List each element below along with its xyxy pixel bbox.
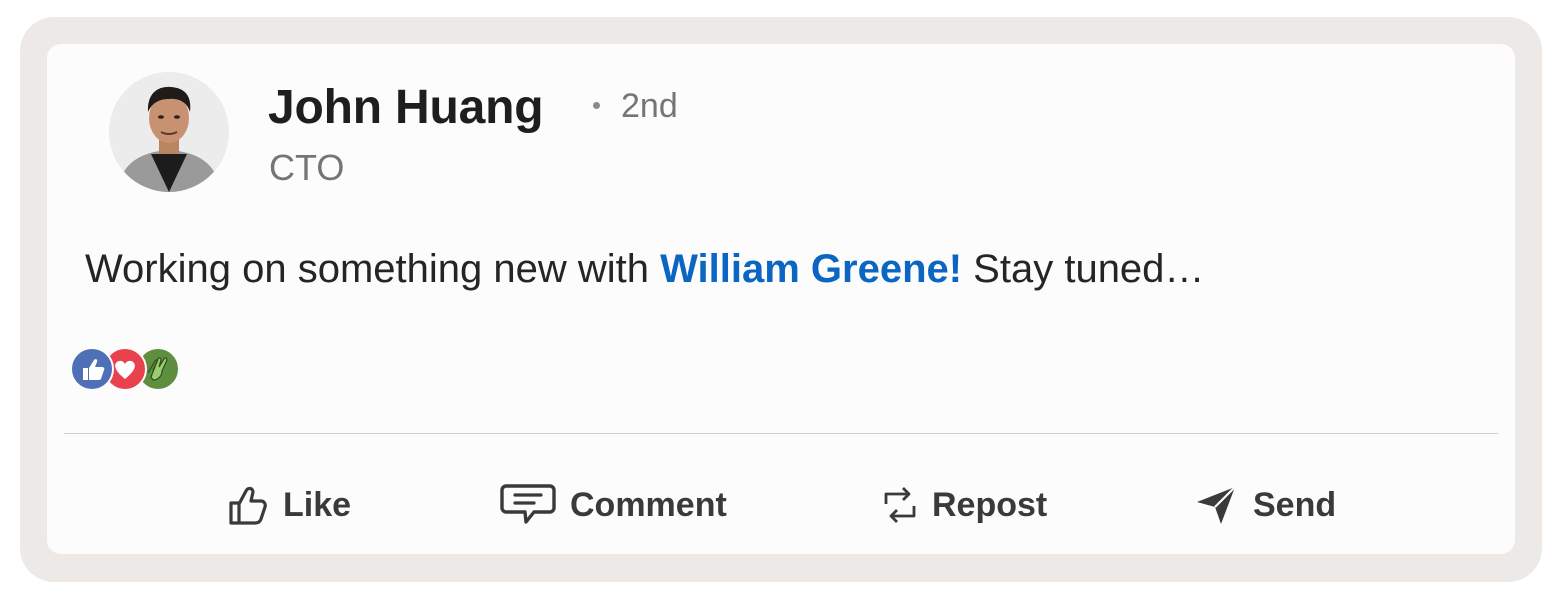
post-card: John Huang 2nd CTO Working on something … <box>47 44 1515 554</box>
send-button-label: Send <box>1253 485 1337 524</box>
like-reaction-icon <box>70 347 114 391</box>
comment-button-label: Comment <box>570 485 727 524</box>
author-avatar[interactable] <box>109 72 229 192</box>
post-text: Working on something new with William Gr… <box>85 247 1204 292</box>
repost-icon <box>884 487 916 523</box>
repost-button-label: Repost <box>932 485 1048 524</box>
actions-divider <box>64 433 1498 434</box>
send-button[interactable]: Send <box>1195 480 1336 530</box>
like-button-label: Like <box>283 485 352 524</box>
like-button[interactable]: Like <box>227 480 351 530</box>
thumbs-up-icon <box>229 486 267 525</box>
reactions-summary[interactable] <box>70 347 190 391</box>
connection-degree: 2nd <box>621 87 678 125</box>
mention-link[interactable]: William Greene! <box>660 247 962 291</box>
post-text-after: Stay tuned… <box>962 247 1205 291</box>
send-icon <box>1197 486 1236 524</box>
comment-button[interactable]: Comment <box>500 480 727 530</box>
author-headline: CTO <box>269 147 345 188</box>
repost-button[interactable]: Repost <box>882 480 1047 530</box>
post-text-before: Working on something new with <box>85 247 661 291</box>
separator-dot <box>593 102 600 109</box>
author-name[interactable]: John Huang <box>268 80 544 135</box>
comment-icon <box>500 484 556 524</box>
